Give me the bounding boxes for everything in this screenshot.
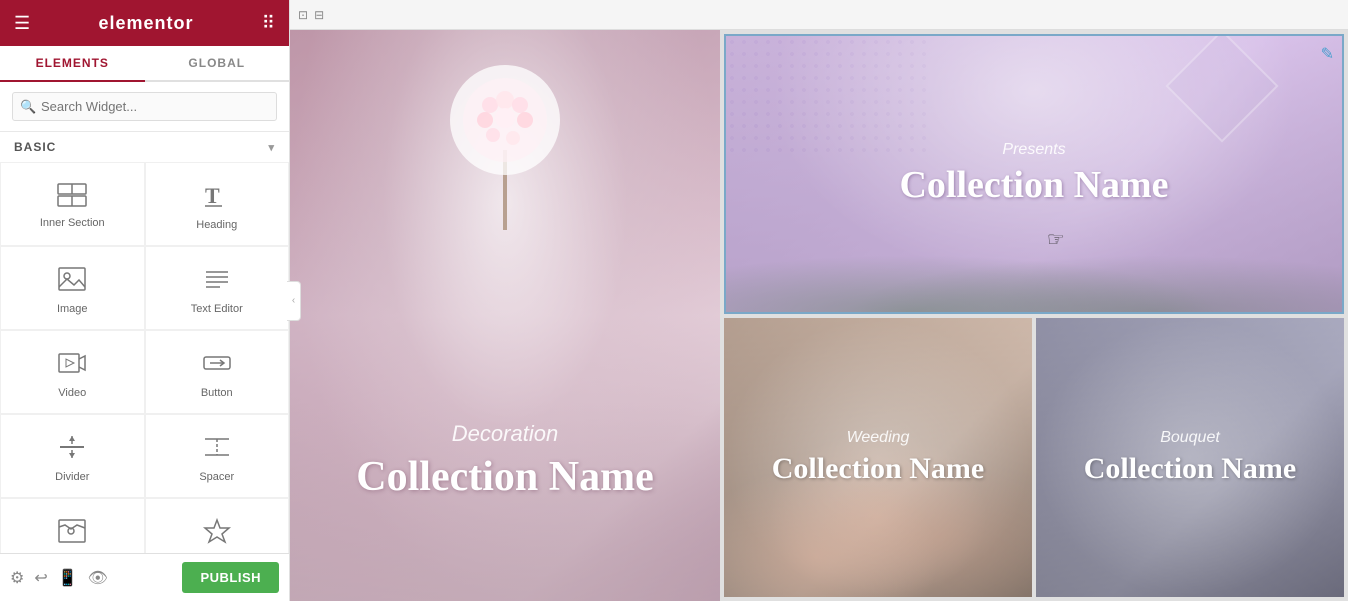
widget-image-label: Image [57, 303, 88, 315]
flower-arrangement [425, 50, 585, 230]
right-top-text: Presents Collection Name [899, 141, 1168, 207]
canvas-icon-2[interactable]: ⊟ [314, 8, 324, 22]
canvas-right-top: ✎ Presents Collection Name ☞ [724, 34, 1344, 314]
widget-divider-label: Divider [55, 471, 89, 483]
apps-icon[interactable]: ⠿ [262, 13, 275, 34]
canvas-right: ✎ Presents Collection Name ☞ Weeding Col… [720, 30, 1348, 601]
bottom-bar: ⚙ ↩ 📱 👁 PUBLISH [0, 553, 289, 601]
widget-heading-label: Heading [196, 219, 237, 231]
collapse-handle[interactable]: ‹ [287, 281, 301, 321]
widget-inner-section[interactable]: Inner Section [0, 162, 145, 246]
star-icon [202, 517, 232, 549]
settings-icon[interactable]: ⚙ [10, 568, 24, 588]
weeding-title: Collection Name [772, 451, 984, 487]
widget-video-label: Video [58, 387, 86, 399]
tab-global[interactable]: GLOBAL [145, 46, 290, 80]
widget-button[interactable]: Button [145, 330, 290, 414]
inner-section-icon [57, 183, 87, 211]
widget-heading[interactable]: T Heading [145, 162, 290, 246]
weeding-subtitle: Weeding [772, 429, 984, 447]
divider-icon [57, 433, 87, 465]
left-panel: ☰ elementor ⠿ ELEMENTS GLOBAL 🔍 BASIC ▾ [0, 0, 290, 601]
bottom-icons: ⚙ ↩ 📱 👁 [10, 568, 108, 588]
canvas-area: ⊡ ⊟ [290, 0, 1348, 601]
search-bar: 🔍 [0, 82, 289, 132]
right-top-collection-name: Collection Name [899, 163, 1168, 207]
presents-text: Presents [899, 141, 1168, 159]
svg-text:T: T [205, 183, 220, 208]
text-editor-icon [202, 265, 232, 297]
widget-map[interactable] [0, 498, 145, 553]
app-title: elementor [98, 13, 193, 34]
canvas-bouquet-card: Bouquet Collection Name [1036, 318, 1344, 597]
section-collapse-icon[interactable]: ▾ [268, 141, 275, 154]
widget-divider[interactable]: Divider [0, 414, 145, 498]
search-input[interactable] [12, 92, 277, 121]
widget-image[interactable]: Image [0, 246, 145, 330]
section-label: BASIC ▾ [0, 132, 289, 162]
canvas-right-bottom: Weeding Collection Name Bouquet Collecti… [724, 318, 1344, 597]
button-icon [202, 349, 232, 381]
tab-elements[interactable]: ELEMENTS [0, 46, 145, 82]
canvas-weeding-card: Weeding Collection Name [724, 318, 1032, 597]
widget-star[interactable] [145, 498, 290, 553]
weeding-card-text: Weeding Collection Name [772, 429, 984, 487]
elementor-topbar: ☰ elementor ⠿ [0, 0, 289, 46]
widget-spacer[interactable]: Spacer [145, 414, 290, 498]
widgets-grid: Inner Section T Heading Image [0, 162, 289, 553]
canvas-topbar: ⊡ ⊟ [290, 0, 1348, 30]
responsive-icon[interactable]: 📱 [58, 568, 78, 588]
bouquet-simulation [724, 397, 1032, 597]
search-icon: 🔍 [20, 99, 36, 115]
bouquet-title: Collection Name [1084, 451, 1296, 487]
widget-inner-section-label: Inner Section [40, 217, 105, 229]
canvas-left-text: Decoration Collection Name [290, 421, 720, 501]
widget-text-editor[interactable]: Text Editor [145, 246, 290, 330]
widget-spacer-label: Spacer [199, 471, 234, 483]
image-icon [57, 265, 87, 297]
canvas-left-title: Collection Name [290, 453, 720, 501]
publish-button[interactable]: PUBLISH [182, 562, 279, 593]
hamburger-icon[interactable]: ☰ [14, 13, 30, 34]
widget-text-editor-label: Text Editor [191, 303, 243, 315]
eye-icon[interactable]: 👁 [88, 568, 108, 588]
widget-video[interactable]: Video [0, 330, 145, 414]
canvas-left-section: Decoration Collection Name [290, 30, 720, 601]
panel-tabs: ELEMENTS GLOBAL [0, 46, 289, 82]
section-label-text: BASIC [14, 140, 56, 154]
canvas-icon-1[interactable]: ⊡ [298, 8, 308, 22]
canvas-left-subtitle: Decoration [290, 421, 720, 447]
spacer-icon [202, 433, 232, 465]
bouquet-card-text: Bouquet Collection Name [1084, 429, 1296, 487]
widget-button-label: Button [201, 387, 233, 399]
edit-icon[interactable]: ✎ [1321, 44, 1334, 64]
map-icon [57, 517, 87, 549]
canvas-left-bg: Decoration Collection Name [290, 30, 720, 601]
bouquet-subtitle: Bouquet [1084, 429, 1296, 447]
floral-decoration [726, 232, 1342, 312]
canvas-content: Decoration Collection Name ✎ Presents Co… [290, 30, 1348, 601]
heading-icon: T [202, 181, 232, 213]
video-icon [57, 349, 87, 381]
cursor-hand: ☞ [1047, 227, 1065, 252]
search-wrapper: 🔍 [12, 92, 277, 121]
history-icon[interactable]: ↩ [34, 568, 47, 588]
